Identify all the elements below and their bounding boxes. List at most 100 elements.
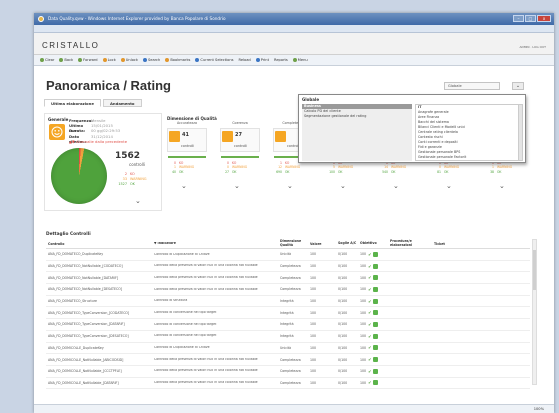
col-soglie[interactable]: Soglie A/C — [338, 241, 360, 246]
lock-button[interactable]: Lock — [102, 58, 116, 62]
search-button[interactable]: Search — [142, 58, 160, 62]
table-row[interactable]: ANA_FD_DOMATECO_NotNullable_[DATARIF] Con… — [46, 272, 530, 285]
minimize-button[interactable]: – — [513, 15, 524, 22]
cell-controllo[interactable]: ANA_FD_DOMATECO_DuplicateKey — [46, 252, 154, 256]
chevron-down-icon[interactable]: ⌄ — [181, 183, 187, 190]
address-bar[interactable] — [34, 25, 554, 33]
col-controllo[interactable]: Controllo — [46, 242, 154, 246]
col-valore[interactable]: Valore — [310, 242, 338, 246]
dropdown-it-list: IT Anagrafe generale Aree Finanza Bacchi… — [415, 104, 519, 161]
cell-obiettivo: 100 ✔ — [360, 310, 390, 316]
dropdown-option[interactable]: Gestionale personale Factorit — [416, 155, 518, 160]
table-row[interactable]: ANA_FD_DOMATECO_Structure Controllo di st… — [46, 296, 530, 308]
cell-controllo[interactable]: ANA_FD_DOMATECO_NotNullable_[DATARIF] — [46, 276, 154, 280]
cell-dimensione: Unicità — [280, 345, 292, 350]
cell-controllo[interactable]: ANA_FD_DOMICOLLE_NotNullable_[ABICODSID] — [46, 358, 154, 362]
view-tabs: Ultima elaborazione Andamento — [44, 99, 142, 107]
controls-table: Controllo ▼ Indicatore Dimensione Qualit… — [46, 239, 530, 390]
menu-button[interactable]: Menu — [292, 58, 308, 62]
col-procedura[interactable]: Procedura/e elaborazioni — [390, 239, 434, 247]
dq-card-label: controlli — [234, 144, 248, 148]
cell-controllo[interactable]: ANA_FD_DOMATECO_Structure — [46, 299, 154, 303]
obiettivo-value: 100 — [360, 264, 367, 269]
legend-ok: 1527 OK — [117, 182, 147, 187]
cell-indicatore: Controllo di conversione nel tipo target — [154, 322, 217, 326]
maximize-button[interactable]: □ — [525, 15, 536, 22]
obiettivo-value: 100 — [360, 322, 367, 327]
forward-button[interactable]: Forward — [78, 58, 98, 62]
cell-obiettivo: 100 ✔ — [360, 345, 390, 351]
cell-obiettivo: 100 ✔ — [360, 333, 390, 339]
tab-andamento[interactable]: Andamento — [102, 99, 142, 107]
cell-controllo[interactable]: ANA_FD_DOMATECO_TypeConversion_[CODATECO… — [46, 311, 154, 315]
dq-card-status-bar — [168, 156, 206, 158]
clear-button[interactable]: Clear — [40, 58, 54, 62]
print-button[interactable]: Print — [255, 58, 269, 62]
cell-valore: 100 — [310, 322, 317, 327]
status-ok-icon — [373, 310, 379, 316]
col-ticket[interactable]: Ticket — [434, 242, 474, 246]
cell-soglie: 0/100 — [338, 322, 348, 327]
col-dimensione[interactable]: Dimensione Qualità — [280, 239, 310, 247]
table-row[interactable]: ANA_FD_DOMATECO_DuplicateKey Controllo di… — [46, 249, 530, 261]
cell-controllo[interactable]: ANA_FD_DOMICOLLE_DuplicateKey — [46, 346, 154, 350]
table-row[interactable]: ANA_FD_DOMICOLLE_NotNullable_[CCCTPFLE] C… — [46, 366, 530, 378]
table-row[interactable]: ANA_FD_DOMATECO_TypeConversion_[DESATECO… — [46, 331, 530, 343]
chevron-down-icon[interactable]: ⌄ — [446, 183, 452, 190]
cell-controllo[interactable]: ANA_FD_DOMATECO_TypeConversion_[DATARIF] — [46, 322, 154, 326]
back-button[interactable]: Back — [59, 58, 73, 62]
cell-soglie: 0/100 — [338, 299, 348, 304]
obiettivo-value: 100 — [360, 380, 367, 385]
cell-controllo[interactable]: ANA_FD_DOMATECO_NotNullable_[CODATECO] — [46, 264, 154, 268]
table-row[interactable]: ANA_FD_DOMATECO_TypeConversion_[CODATECO… — [46, 307, 530, 320]
table-row[interactable]: ANA_FD_DOMICOLLE_DuplicateKey Controllo d… — [46, 343, 530, 355]
table-row[interactable]: ANA_FD_DOMICOLLE_NotNullable_[DATARIF] Co… — [46, 378, 530, 390]
chevron-down-icon[interactable]: ⌄ — [393, 183, 399, 190]
obiettivo-value: 100 — [360, 252, 367, 257]
dropdown-scrollbar[interactable] — [518, 104, 523, 161]
reload-button[interactable]: Reload — [238, 58, 250, 62]
generale-legend: 2 KO 33 WARNING 1527 OK — [117, 172, 147, 187]
brand-bar: CRISTALLO ADMIN · LOG OUT — [34, 33, 554, 55]
cell-controllo[interactable]: ANA_FD_DOMATECO_TypeConversion_[DESATECO… — [46, 334, 154, 338]
table-row[interactable]: ANA_FD_DOMICOLLE_NotNullable_[ABICODSID]… — [46, 354, 530, 366]
cell-controllo[interactable]: ANA_FD_DOMICOLLE_NotNullable_[DATARIF] — [46, 381, 154, 385]
dq-card[interactable]: Coerenza 27 controlli 0 KO 0 WARNING 27 OK ⌄ — [219, 121, 261, 199]
table-scrollbar[interactable] — [532, 239, 537, 385]
chevron-down-icon[interactable]: ⌄ — [499, 183, 505, 190]
ok-count: 38 — [490, 169, 494, 174]
menu-label: Menu — [297, 58, 308, 62]
dq-card-status-bar — [221, 156, 259, 158]
table-row[interactable]: ANA_FD_DOMATECO_TypeConversion_[DATARIF]… — [46, 319, 530, 331]
cell-obiettivo: 100 ✔ — [360, 380, 390, 386]
cell-obiettivo: 100 ✔ — [360, 251, 390, 257]
current-selections-button[interactable]: Current Selections — [195, 58, 233, 62]
tab-ultima-elaborazione[interactable]: Ultima elaborazione — [44, 99, 101, 107]
chevron-down-icon[interactable]: ⌄ — [340, 183, 346, 190]
globale-dropdown[interactable]: Globale Business Calcolo PD del cliente … — [298, 94, 526, 163]
close-button[interactable]: x — [537, 15, 551, 22]
table-row[interactable]: ANA_FD_DOMATECO_NotNullable_[CODATECO] Co… — [46, 261, 530, 273]
bookmarks-button[interactable]: Bookmarks — [165, 58, 190, 62]
cell-controllo[interactable]: ANA_FD_DOMICOLLE_NotNullable_[CCCTPFLE] — [46, 369, 154, 373]
cell-obiettivo: 100 ✔ — [360, 298, 390, 304]
chevron-down-icon[interactable]: ⌄ — [287, 183, 293, 190]
table-row[interactable]: ANA_FD_DOMATECO_NotNullable_[DESATECO] Co… — [46, 284, 530, 296]
col-obiettivo[interactable]: Obiettivo — [360, 241, 390, 246]
chevron-down-icon[interactable]: ⌄ — [234, 183, 240, 190]
ok-count: 40 — [172, 169, 176, 174]
anomalie-note-text: ▲▼ Anomalie dalla precedente — [69, 138, 128, 144]
status-ok-icon — [373, 298, 379, 304]
cell-controllo[interactable]: ANA_FD_DOMATECO_NotNullable_[DESATECO] — [46, 287, 154, 291]
bookmarks-label: Bookmarks — [170, 58, 191, 62]
chevron-down-icon[interactable]: ⌄ — [512, 82, 524, 90]
chevron-down-icon[interactable]: ⌄ — [135, 198, 141, 205]
unlock-button[interactable]: Unlock — [120, 58, 138, 62]
filter-select[interactable]: Globale — [444, 82, 500, 90]
dq-card[interactable]: Accuratezza 41 controlli 0 KO 1 WARNING 40 OK ⌄ — [166, 121, 208, 199]
user-links[interactable]: ADMIN · LOG OUT — [519, 45, 546, 49]
dropdown-option[interactable]: Segmentazione gestionale del rating — [302, 114, 412, 119]
zoom-level[interactable]: 100% — [534, 407, 544, 411]
reports-button[interactable]: Reports — [274, 58, 288, 62]
col-indicatore[interactable]: ▼ Indicatore — [154, 242, 280, 246]
